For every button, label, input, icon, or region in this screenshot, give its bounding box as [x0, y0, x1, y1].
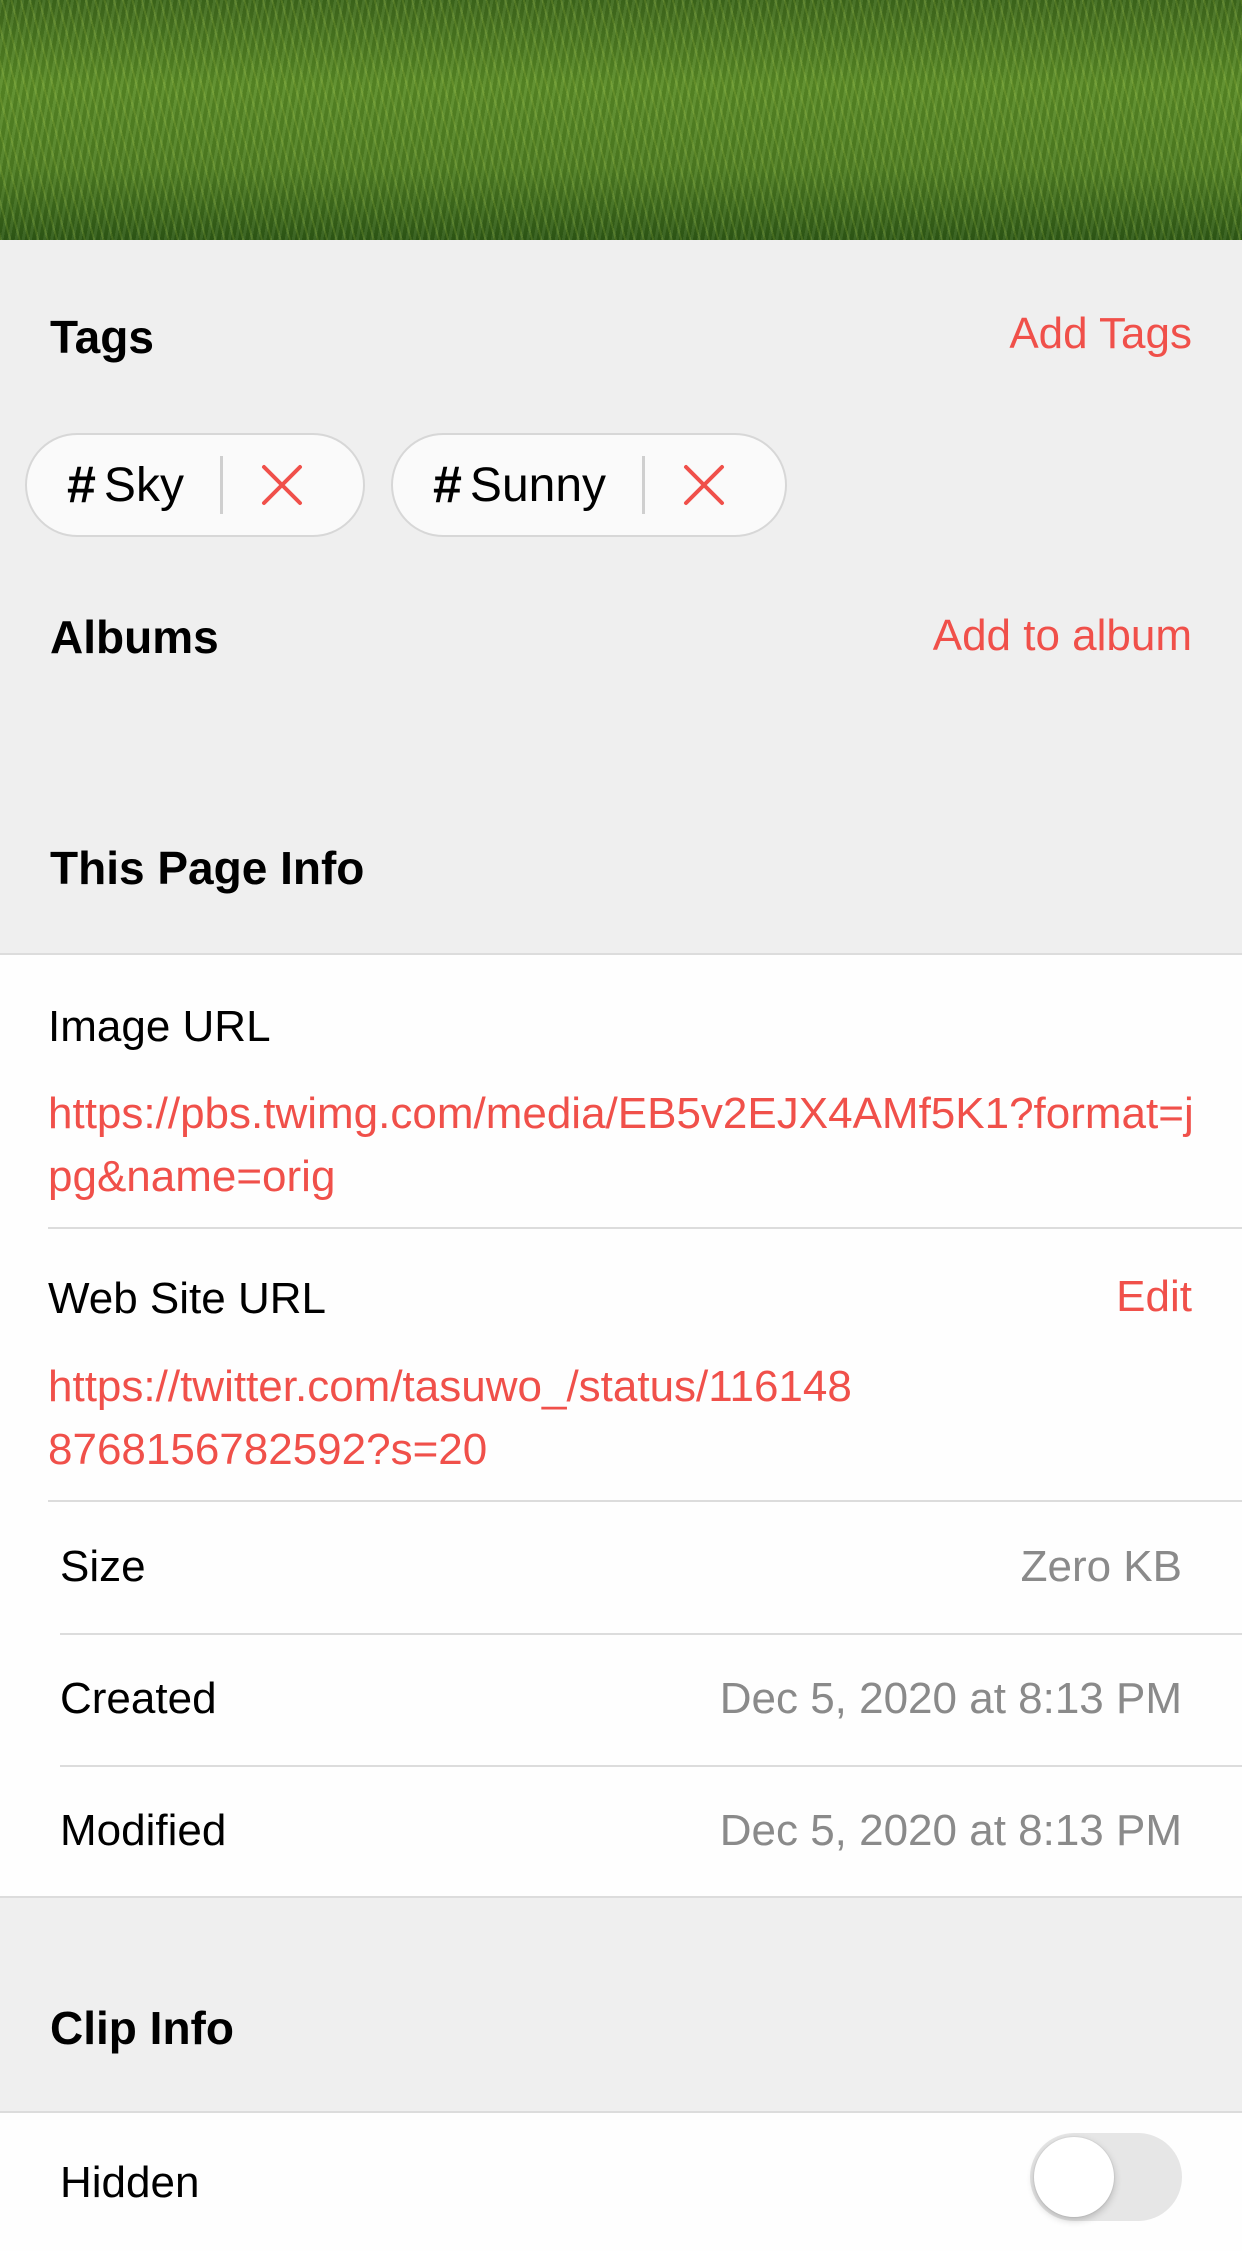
tag-chip-sky[interactable]: # Sky — [25, 433, 365, 537]
tag-list: # Sky # Sunny — [25, 433, 787, 539]
size-label: Size — [60, 1542, 146, 1591]
clip-info-title: Clip Info — [50, 2002, 234, 2054]
close-icon[interactable] — [259, 462, 305, 508]
hidden-label: Hidden — [60, 2158, 200, 2207]
divider — [48, 1500, 1242, 1502]
image-url-link[interactable]: https://pbs.twimg.com/media/EB5v2EJX4AMf… — [48, 1082, 1208, 1208]
tag-divider — [219, 456, 223, 514]
albums-title: Albums — [50, 611, 219, 663]
add-to-album-button[interactable]: Add to album — [933, 614, 1192, 658]
clip-image — [0, 0, 1242, 240]
page-info-header: This Page Info — [0, 843, 1242, 903]
tags-header: Tags Add Tags — [0, 310, 1242, 370]
tags-title: Tags — [50, 311, 154, 363]
modified-label: Modified — [60, 1806, 227, 1855]
tag-chip-sunny[interactable]: # Sunny — [391, 433, 787, 537]
add-tags-button[interactable]: Add Tags — [1009, 312, 1192, 356]
clip-info-header: Clip Info — [0, 2003, 1242, 2063]
albums-header: Albums Add to album — [0, 612, 1242, 672]
page-info-panel: Image URL https://pbs.twimg.com/media/EB… — [0, 953, 1242, 1898]
close-icon[interactable] — [681, 462, 727, 508]
image-url-label: Image URL — [48, 1002, 271, 1051]
divider — [60, 1633, 1242, 1635]
page-info-title: This Page Info — [50, 842, 365, 894]
size-value: Zero KB — [1020, 1542, 1182, 1591]
hashtag-icon: # — [433, 456, 462, 514]
hashtag-icon: # — [67, 456, 96, 514]
tag-divider — [642, 456, 646, 514]
divider — [48, 1227, 1242, 1229]
tag-label: Sunny — [469, 458, 607, 512]
modified-value: Dec 5, 2020 at 8:13 PM — [719, 1806, 1182, 1855]
clip-info-panel: Hidden — [0, 2111, 1242, 2251]
tag-label: Sky — [103, 458, 184, 512]
website-url-label: Web Site URL — [48, 1274, 326, 1323]
toggle-knob — [1034, 2137, 1114, 2217]
created-label: Created — [60, 1674, 217, 1723]
divider — [60, 1765, 1242, 1767]
edit-website-url-button[interactable]: Edit — [1116, 1275, 1192, 1319]
website-url-link[interactable]: https://twitter.com/tasuwo_/status/11614… — [48, 1355, 868, 1481]
created-value: Dec 5, 2020 at 8:13 PM — [719, 1674, 1182, 1723]
